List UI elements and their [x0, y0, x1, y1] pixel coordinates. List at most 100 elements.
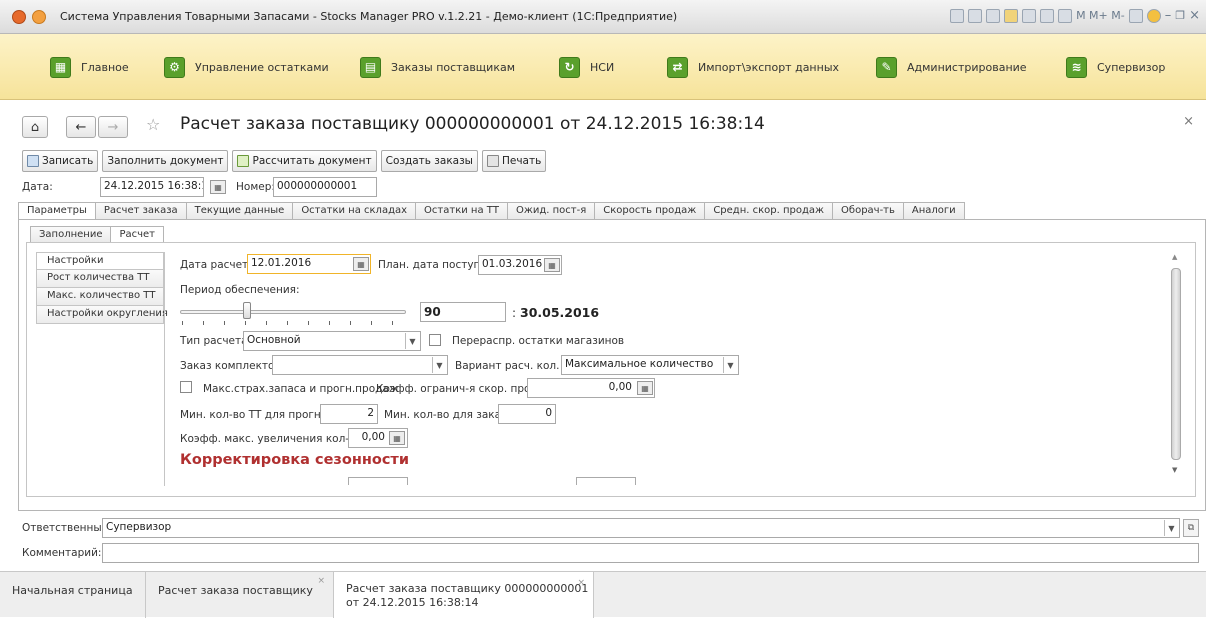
section-orders[interactable]: ▤ Заказы поставщикам — [360, 48, 515, 86]
calc-type-select[interactable]: Основной ▼ — [243, 331, 421, 351]
section-admin[interactable]: ✎ Администрирование — [876, 48, 1027, 86]
calculator-icon[interactable]: ▦ — [637, 381, 653, 395]
memory-buttons[interactable]: M M+ M- — [1076, 9, 1125, 22]
info-icon[interactable] — [1146, 8, 1161, 23]
nav-settings[interactable]: Настройки — [36, 252, 164, 270]
nav-rounding[interactable]: Настройки округления — [36, 306, 168, 324]
home-icon: ⌂ — [30, 119, 40, 135]
section-import-export[interactable]: ⇄ Импорт\экспорт данных — [667, 48, 839, 86]
close-document-icon[interactable]: × — [1183, 114, 1194, 129]
tab-analogs[interactable]: Аналоги — [902, 202, 965, 220]
window-tab-current-document[interactable]: Расчет заказа поставщику 000000000001 от… — [334, 572, 594, 618]
plan-date-calendar-icon[interactable]: ▦ — [544, 258, 560, 272]
tab-warehouse-stock[interactable]: Остатки на складах — [292, 202, 417, 220]
calculator-icon[interactable] — [1040, 8, 1055, 23]
window-layout-icon[interactable] — [1128, 8, 1143, 23]
open-icon[interactable]: ⧉ — [1183, 519, 1199, 537]
chevron-down-icon[interactable]: ▼ — [405, 333, 419, 349]
scroll-up-icon[interactable]: ▲ — [1172, 253, 1177, 261]
chevron-down-icon[interactable]: ▼ — [1164, 520, 1178, 536]
period-slider[interactable] — [180, 310, 406, 314]
calculator-icon[interactable]: ▦ — [389, 431, 405, 445]
app-menu-icon[interactable] — [12, 10, 26, 24]
section-supervisor[interactable]: ≋ Супервизор — [1066, 48, 1165, 86]
season-field-partial — [348, 477, 408, 485]
chevron-down-icon[interactable]: ▼ — [432, 357, 446, 373]
favorites-icon[interactable] — [1004, 8, 1019, 23]
section-main[interactable]: ▦ Главное — [50, 48, 129, 86]
number-field[interactable]: 000000000001 — [273, 177, 377, 197]
printer-icon — [486, 155, 499, 167]
tab-order-calc[interactable]: Расчет заказа — [94, 202, 187, 220]
period-end-date: 30.05.2016 — [520, 305, 600, 320]
period-slider-handle[interactable] — [243, 302, 251, 319]
close-tab-icon[interactable]: × — [317, 576, 325, 586]
section-stock[interactable]: ⚙ Управление остатками — [164, 48, 329, 86]
nav-max-tt[interactable]: Макс. количество ТТ — [36, 288, 164, 306]
forward-button[interactable]: → — [98, 116, 128, 138]
calculate-document-button[interactable]: Рассчитать документ — [232, 150, 377, 172]
fill-document-button[interactable]: Заполнить документ — [102, 150, 229, 172]
scroll-down-icon[interactable]: ▼ — [1172, 466, 1177, 474]
subtab-fill[interactable]: Заполнение — [30, 226, 112, 243]
tab-avg-sales-speed[interactable]: Средн. скор. продаж — [704, 202, 834, 220]
close-tab-icon[interactable]: × — [577, 576, 585, 590]
print-button[interactable]: Печать — [481, 150, 547, 172]
calc-date-calendar-icon[interactable]: ▦ — [353, 257, 369, 271]
tab-store-stock[interactable]: Остатки на ТТ — [415, 202, 508, 220]
preview-icon[interactable] — [986, 8, 1001, 23]
comment-field[interactable] — [102, 543, 1199, 563]
redistribute-label: Перераспр. остатки магазинов — [452, 335, 625, 347]
date-field[interactable]: 24.12.2015 16:38:14 — [100, 177, 204, 197]
min-order-field[interactable]: 0 — [498, 404, 556, 424]
arrow-left-icon: ← — [75, 119, 87, 135]
nav-tt-growth[interactable]: Рост количества ТТ — [36, 270, 164, 288]
tab-expected-receipts[interactable]: Ожид. пост-я — [506, 202, 596, 220]
tab-turnover[interactable]: Оборач-ть — [832, 202, 904, 220]
min-tt-field[interactable]: 2 — [320, 404, 378, 424]
slider-tick — [182, 321, 183, 325]
create-orders-button[interactable]: Создать заказы — [380, 150, 478, 172]
save-icon[interactable] — [950, 8, 965, 23]
period-field[interactable]: 90 — [420, 302, 506, 322]
restore-icon[interactable]: ❐ — [1175, 9, 1185, 22]
calendar-icon[interactable]: ▦ — [210, 180, 226, 194]
window-tab-order-list[interactable]: Расчет заказа поставщику × — [146, 572, 334, 618]
floppy-icon — [27, 155, 39, 167]
chevron-down-icon[interactable]: ▼ — [723, 357, 737, 373]
open-windows-bar: Начальная страница Расчет заказа поставщ… — [0, 571, 1206, 618]
max-reserve-checkbox[interactable] — [180, 381, 192, 393]
tab-current-data[interactable]: Текущие данные — [185, 202, 294, 220]
responsible-select[interactable]: Супервизор ▼ — [102, 518, 1180, 538]
kits-select[interactable]: ▼ — [272, 355, 448, 375]
home-button[interactable]: ⌂ — [22, 116, 48, 138]
number-label: Номер: — [236, 181, 275, 193]
tools-icon: ✎ — [876, 56, 897, 78]
title-toolbar: M M+ M- – ❐ × — [950, 8, 1200, 23]
chart-icon: ≋ — [1066, 56, 1087, 78]
grid-icon: ▦ — [50, 56, 71, 78]
minimize-icon[interactable]: – — [1165, 8, 1172, 23]
history-icon[interactable] — [1022, 8, 1037, 23]
refresh-icon: ↻ — [559, 56, 580, 78]
save-button[interactable]: Записать — [22, 150, 99, 172]
variant-select[interactable]: Максимальное количество ▼ — [561, 355, 739, 375]
tab-sales-speed[interactable]: Скорость продаж — [594, 202, 706, 220]
scrollbar-thumb[interactable] — [1171, 268, 1181, 460]
dropdown-menu-icon[interactable] — [32, 10, 46, 24]
season-field-partial — [576, 477, 636, 485]
redistribute-checkbox[interactable] — [429, 334, 441, 346]
section-nsi[interactable]: ↻ НСИ — [559, 48, 614, 86]
slider-tick — [371, 321, 372, 325]
slider-tick — [392, 321, 393, 325]
print-icon[interactable] — [968, 8, 983, 23]
comment-label: Комментарий: — [22, 547, 102, 559]
settings-nav: Настройки Рост количества ТТ Макс. колич… — [36, 252, 168, 324]
close-window-icon[interactable]: × — [1189, 8, 1200, 23]
coef-limit-field[interactable]: 0,00 — [527, 378, 655, 398]
star-icon[interactable]: ☆ — [146, 115, 160, 134]
calendar-icon[interactable] — [1058, 8, 1073, 23]
window-tab-home[interactable]: Начальная страница — [0, 572, 146, 618]
subtab-calc[interactable]: Расчет — [110, 226, 165, 243]
back-button[interactable]: ← — [66, 116, 96, 138]
